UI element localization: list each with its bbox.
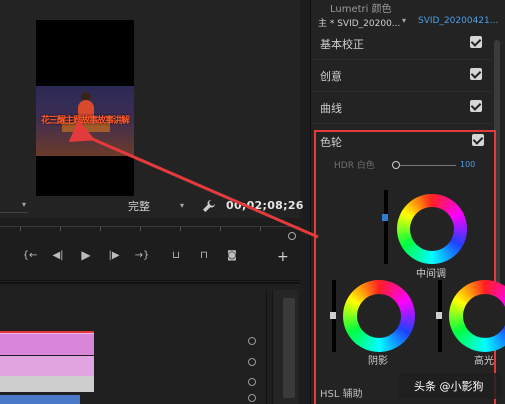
watermark: 头条 @小影狗: [398, 373, 502, 399]
app-window: 花三醒主题故事故事讲解 ▾ 完整 ▾ 00;02;08;26 {← ◀| ▶ |…: [0, 0, 505, 404]
annotation-arrow: [68, 119, 319, 239]
arrow-line: [68, 119, 319, 239]
